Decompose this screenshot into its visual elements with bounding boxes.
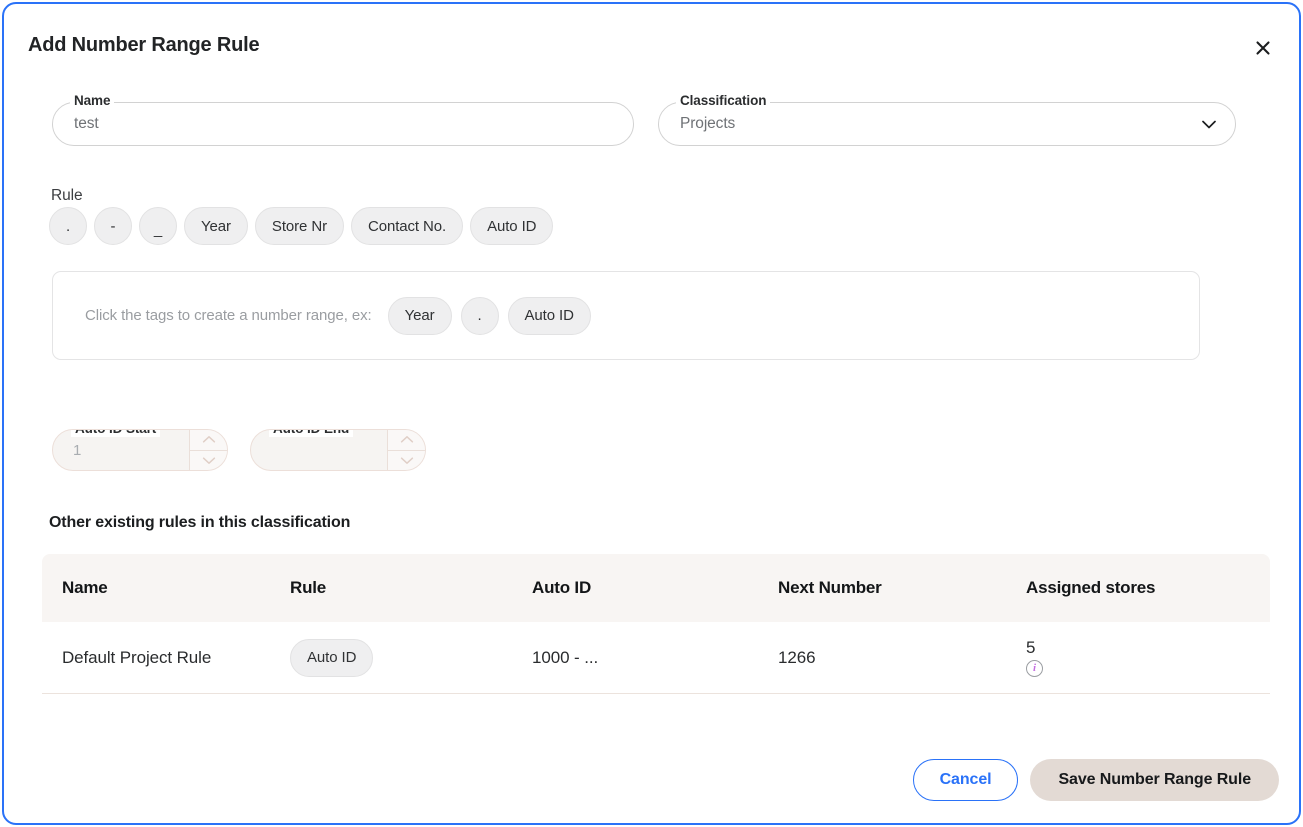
cell-name: Default Project Rule [42, 648, 290, 668]
chevron-down-icon-glyph [400, 456, 414, 465]
auto-id-start-buttons [189, 430, 227, 470]
auto-id-end-buttons [387, 430, 425, 470]
add-number-range-rule-dialog: Add Number Range Rule Name test Classifi… [2, 2, 1301, 825]
example-tag-2: Auto ID [508, 297, 591, 335]
chevron-up-icon[interactable] [388, 430, 425, 451]
other-rules-table: NameRuleAuto IDNext NumberAssigned store… [42, 554, 1270, 694]
rule-tag-0[interactable]: . [49, 207, 87, 245]
chevron-down-icon-glyph [1198, 113, 1220, 135]
name-field-value: test [74, 102, 99, 146]
rule-tag-auto-id: Auto ID [290, 639, 373, 677]
name-field[interactable]: Name test [52, 102, 634, 146]
rule-tag-1[interactable]: - [94, 207, 132, 245]
rule-section-label: Rule [51, 187, 82, 205]
rule-builder-hint: Click the tags to create a number range,… [85, 307, 372, 324]
rule-tag-2[interactable]: _ [139, 207, 177, 245]
chevron-up-icon-glyph [400, 435, 414, 444]
rule-tag-3[interactable]: Year [184, 207, 248, 245]
chevron-up-icon[interactable] [190, 430, 227, 451]
auto-id-start-label: Auto ID Start [71, 429, 160, 437]
classification-select[interactable]: Classification Projects [658, 102, 1236, 146]
table-header-rule: Rule [290, 578, 532, 598]
other-rules-heading: Other existing rules in this classificat… [49, 514, 350, 532]
chevron-up-icon-glyph [202, 435, 216, 444]
table-header-assigned-stores: Assigned stores [1026, 578, 1250, 598]
save-number-range-rule-button[interactable]: Save Number Range Rule [1030, 759, 1279, 801]
rule-tag-6[interactable]: Auto ID [470, 207, 553, 245]
table-row[interactable]: Default Project RuleAuto ID 1000 - ...126… [42, 622, 1270, 694]
rule-tag-5[interactable]: Contact No. [351, 207, 463, 245]
table-header-name: Name [42, 578, 290, 598]
page-title: Add Number Range Rule [28, 34, 259, 57]
dialog-footer: Cancel Save Number Range Rule [913, 759, 1279, 801]
cell-rule: Auto ID [290, 639, 532, 677]
auto-id-start-stepper[interactable]: Auto ID Start 1 [52, 429, 228, 471]
auto-id-end-label: Auto ID End [269, 429, 353, 437]
chevron-down-icon[interactable] [190, 451, 227, 471]
rule-tag-list: .-_YearStore NrContact No.Auto ID [49, 207, 553, 245]
table-header-next-number: Next Number [778, 578, 1026, 598]
chevron-down-icon[interactable] [388, 451, 425, 471]
rule-builder-dropzone[interactable]: Click the tags to create a number range,… [52, 271, 1200, 360]
example-tag-1: . [461, 297, 499, 335]
auto-id-end-stepper[interactable]: Auto ID End [250, 429, 426, 471]
chevron-down-icon[interactable] [1198, 113, 1220, 135]
classification-select-value: Projects [680, 102, 735, 146]
chevron-down-icon-glyph [202, 456, 216, 465]
rule-builder-example-tags: Year.Auto ID [388, 297, 591, 335]
cancel-button[interactable]: Cancel [913, 759, 1019, 801]
cell-auto-id: 1000 - ... [532, 648, 778, 668]
example-tag-0: Year [388, 297, 452, 335]
close-icon[interactable] [1247, 32, 1279, 64]
close-icon-glyph [1253, 38, 1273, 58]
info-icon[interactable]: i [1026, 660, 1043, 677]
assigned-stores-count: 5 [1026, 638, 1250, 658]
table-body: Default Project RuleAuto ID 1000 - ...126… [42, 622, 1270, 694]
table-header-row: NameRuleAuto IDNext NumberAssigned store… [42, 554, 1270, 622]
cell-assigned-stores: 5i [1026, 638, 1250, 677]
name-field-outline [52, 102, 634, 146]
table-header-auto-id: Auto ID [532, 578, 778, 598]
cell-next-number: 1266 [778, 648, 1026, 668]
rule-tag-4[interactable]: Store Nr [255, 207, 344, 245]
